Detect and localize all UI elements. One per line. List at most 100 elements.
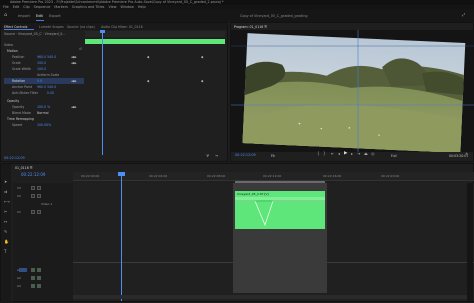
program-timecode[interactable]: 00:22:12:09 [235, 153, 256, 157]
mute-toggle[interactable] [31, 284, 35, 288]
step-forward-icon[interactable]: ▸ [351, 152, 353, 156]
program-video-frame[interactable] [231, 30, 474, 152]
quality-dropdown[interactable]: Full [391, 154, 396, 158]
program-monitor: Program: 01_0116 ☰ 00:22:12:09 Fit Full … [230, 22, 474, 162]
ec-playhead-handle[interactable] [100, 30, 105, 33]
go-to-in-icon[interactable]: ⇤ [331, 152, 334, 156]
home-icon[interactable]: ⌂ [4, 13, 7, 18]
motion-label[interactable]: Motion [7, 49, 18, 53]
solo-toggle[interactable] [37, 268, 41, 272]
tab-import[interactable]: Import [18, 14, 30, 18]
uniform-scale-label[interactable]: Uniform Scale [37, 73, 59, 77]
track-headers [13, 183, 73, 301]
track-select-icon[interactable]: ⇉ [4, 190, 7, 194]
speed-label: Speed [12, 123, 22, 127]
scale-width-label: Scale Width [12, 67, 31, 71]
filter-icon[interactable]: ⧩ [206, 154, 209, 159]
scale-width-value[interactable]: 100.0 [37, 67, 46, 71]
keyframe-nav-icon[interactable]: ◂◆▸ [71, 55, 77, 59]
time-remap-label[interactable]: Time Remapping [7, 117, 34, 121]
lift-icon[interactable]: ⏏ [364, 152, 368, 156]
timeline-tab[interactable]: 01_0116 ☰ [15, 166, 33, 170]
slip-tool-icon[interactable]: ↔ [4, 220, 7, 224]
track-v3[interactable]: V3 [17, 186, 21, 190]
eye-toggle[interactable] [37, 210, 41, 214]
position-label: Position [12, 55, 25, 59]
keyframe-marker[interactable]: ◆ [147, 79, 149, 83]
tab-source[interactable]: Source: (no clips) [67, 25, 95, 29]
track-a3[interactable]: A3 [17, 284, 21, 288]
hand-tool-icon[interactable]: ✋ [4, 240, 9, 244]
scale-value[interactable]: 100.0 [37, 61, 46, 65]
active-tab-indicator [36, 20, 44, 21]
keyframe-marker[interactable]: ◆ [147, 55, 149, 59]
camera-icon[interactable]: ◎ [371, 152, 375, 156]
anti-flicker-label: Anti-flicker Filter [12, 91, 39, 95]
keyframe-marker[interactable]: ◆ [201, 79, 203, 83]
anchor-value[interactable]: 960.0 540.0 [37, 85, 56, 89]
keyframe-nav-icon[interactable]: ◂◆▸ [71, 61, 77, 65]
project-header: Copy of Vineyard_05_C_graded_grading [240, 14, 308, 18]
playhead-handle[interactable] [118, 172, 125, 176]
add-button-icon[interactable]: + [465, 152, 468, 156]
tab-edit[interactable]: Edit [36, 14, 43, 18]
solo-toggle[interactable] [37, 284, 41, 288]
ripple-edit-icon[interactable]: ⟷ [4, 200, 10, 204]
anti-flicker-value[interactable]: 0.00 [47, 91, 54, 95]
export-frame-icon[interactable]: ⇥ [215, 154, 218, 159]
ec-timecode[interactable]: 00:22:12:09 [4, 156, 25, 160]
mark-in-icon[interactable]: { [317, 152, 320, 156]
pen-tool-icon[interactable]: ✎ [4, 230, 7, 234]
reset-icon[interactable]: ↺ [79, 47, 82, 52]
timeline-playhead[interactable] [121, 172, 122, 301]
track-a2[interactable]: A2 [17, 276, 21, 280]
keyframe-nav-icon[interactable]: ◂◆▸ [71, 79, 77, 83]
position-value[interactable]: 960.0 540.0 [37, 55, 56, 59]
eye-toggle[interactable] [37, 186, 41, 190]
rotation-label: Rotation [12, 79, 26, 83]
lock-toggle[interactable] [31, 210, 35, 214]
blend-mode-select[interactable]: Normal [37, 111, 49, 115]
go-to-out-icon[interactable]: ⇥ [357, 152, 360, 156]
opacity-value[interactable]: 100.0 % [37, 105, 50, 109]
clip-label: Vineyard_05_C.tif [V] [237, 191, 269, 196]
keyframe-marker[interactable]: ◆ [201, 55, 203, 59]
tab-export[interactable]: Export [49, 14, 61, 18]
effect-controls-panel: Effect Controls Lumetri Scopes Source: (… [0, 22, 228, 162]
track-v1[interactable]: V1 [17, 210, 21, 214]
step-back-icon[interactable]: ◂ [338, 152, 340, 156]
source-clip-label[interactable]: Source · Vineyard_05_C · Vineyard_0... [4, 32, 65, 36]
source-patch-a1[interactable] [19, 268, 27, 272]
play-icon[interactable]: ▶ [344, 151, 347, 157]
clip-v1[interactable] [235, 197, 325, 229]
tab-lumetri-scopes[interactable]: Lumetri Scopes [39, 25, 64, 29]
opacity-label[interactable]: Opacity [7, 99, 19, 103]
program-title[interactable]: Program: 01_0116 ☰ [234, 25, 267, 29]
selection-tool-icon[interactable]: ➤ [4, 180, 7, 184]
clip-duration-bar[interactable] [85, 39, 225, 44]
tab-audio-mixer[interactable]: Audio Clip Mixer: 01_0116 [101, 25, 143, 29]
section-video: Video [4, 43, 13, 47]
timeline-scrollbar[interactable] [73, 295, 467, 299]
track-v2[interactable]: V2 [17, 194, 21, 198]
tools-panel: ➤ ⇉ ⟷ ✂ ↔ ✎ ✋ T [1, 164, 11, 303]
timeline-timecode[interactable]: 00:22:12:09 [21, 172, 45, 177]
razor-tool-icon[interactable]: ✂ [4, 210, 7, 214]
speed-value[interactable]: 100.00% [37, 123, 51, 127]
mini-ruler [85, 31, 225, 37]
fullscreen-icon[interactable]: ⤢ [462, 13, 465, 17]
ec-playhead[interactable] [102, 31, 103, 155]
rotation-value[interactable]: 0.0 [37, 79, 42, 83]
mark-out-icon[interactable]: } [323, 152, 326, 156]
mute-toggle[interactable] [31, 268, 35, 272]
eye-toggle[interactable] [37, 194, 41, 198]
keyframe-nav-icon[interactable]: ◂◆▸ [71, 105, 77, 109]
ruler-tick: 00:22:08:00 [207, 174, 226, 178]
mute-toggle[interactable] [31, 276, 35, 280]
audio-meters [467, 183, 473, 301]
lock-toggle[interactable] [31, 194, 35, 198]
solo-toggle[interactable] [37, 276, 41, 280]
lock-toggle[interactable] [31, 186, 35, 190]
type-tool-icon[interactable]: T [4, 250, 6, 254]
fit-dropdown[interactable]: Fit [271, 154, 275, 158]
